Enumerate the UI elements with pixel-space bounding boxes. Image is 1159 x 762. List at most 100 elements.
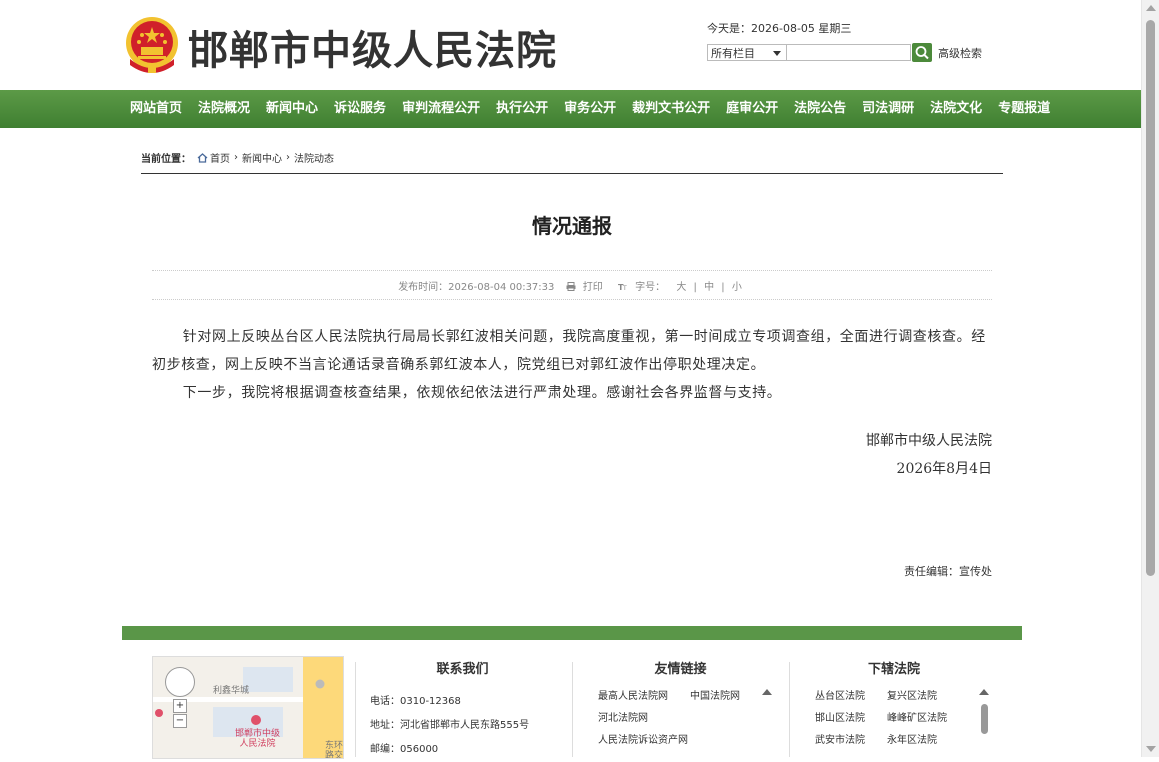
breadcrumb-home[interactable]: 首页 [210,150,230,165]
scroll-down-icon[interactable] [1146,746,1156,752]
contact-address: 地址：河北省邯郸市人民东路555号 [370,720,530,731]
nav-item-research[interactable]: 司法调研 [862,90,914,128]
printer-icon [566,282,576,291]
map-marker-icon[interactable] [251,715,261,725]
link-china-court[interactable]: 中国法院网 [690,686,740,708]
breadcrumb: 当前位置： 首页 › 新闻中心 › 法院动态 [141,150,334,165]
page-scrollbar[interactable] [1141,0,1159,757]
search-icon [915,46,929,60]
site-header: 邯郸市中级人民法院 今天是：2026-08-05 星期三 所有栏目 高级检索 [0,0,1143,90]
breadcrumb-label: 当前位置： [141,154,191,165]
signature-org: 邯郸市中级人民法院 [866,433,992,449]
meta-bottom-divider [152,299,992,300]
svg-text:T: T [622,285,627,291]
nav-item-court-overview[interactable]: 法院概况 [198,90,250,128]
print-label: 打印 [582,282,603,293]
map-place-label-line2: 人民法院 [239,739,276,749]
font-small-button[interactable]: 小 [732,282,742,293]
nav-item-litigation-service[interactable]: 诉讼服务 [334,90,386,128]
map-poi-icon [315,679,325,689]
main-nav: 网站首页 法院概况 新闻中心 诉讼服务 审判流程公开 执行公开 审务公开 裁判文… [0,90,1143,128]
link-supreme-court[interactable]: 最高人民法院网 [598,686,668,708]
friend-links-scrollbar[interactable] [762,686,772,756]
courts-list: 丛台区法院 复兴区法院 邯山区法院 峰峰矿区法院 武安市法院 永年区法院 [815,686,985,752]
map-edge-label-line2: 路交 [325,751,344,759]
article-body: 针对网上反映丛台区人民法院执行局局长郭红波相关问题，我院高度重视，第一时间成立专… [152,323,992,407]
nav-item-special-reports[interactable]: 专题报道 [998,90,1050,128]
court-hanshan[interactable]: 邯山区法院 [815,708,865,730]
scroll-up-icon[interactable] [1146,5,1156,11]
link-court-assets[interactable]: 人民法院诉讼资产网 [598,730,688,752]
article-paragraph-2: 下一步，我院将根据调查核查结果，依规依纪依法进行严肃处理。感谢社会各界监督与支持… [182,385,782,401]
court-fengfeng[interactable]: 峰峰矿区法院 [887,708,947,730]
court-wuan[interactable]: 武安市法院 [815,730,865,752]
nav-item-judgments[interactable]: 裁判文书公开 [632,90,710,128]
footer-divider-bar [122,626,1022,640]
search-scope-select[interactable]: 所有栏目 [707,44,787,61]
nav-item-home[interactable]: 网站首页 [130,90,182,128]
contact-title: 联系我们 [436,662,489,677]
map-edge-label: 东环 路交 [325,741,344,759]
font-size-control: T T 字号： 大 | 中 | 小 [617,282,742,293]
font-medium-button[interactable]: 中 [704,282,714,293]
nav-item-announcements[interactable]: 法院公告 [794,90,846,128]
meta-top-divider [152,270,992,271]
chevron-down-icon [773,51,781,56]
courts-scrollbar[interactable] [979,686,989,756]
advanced-search-link[interactable]: 高级检索 [938,45,982,61]
court-yongnian[interactable]: 永年区法院 [887,730,937,752]
article-meta: 发布时间：2026-08-04 00:37:33 打印 T T 字号： 大 | … [152,278,992,293]
map-area-label: 利鑫华城 [213,686,250,696]
map-place-label: 邯郸市中级 人民法院 [235,729,280,749]
friend-links-section: 友情链接 最高人民法院网 中国法院网 河北法院网 人民法院诉讼资产网 [572,656,789,757]
article-paragraph-1: 针对网上反映丛台区人民法院执行局局长郭红波相关问题，我院高度重视，第一时间成立专… [152,329,986,373]
map-edge-label-line1: 东环 [325,741,344,751]
font-large-button[interactable]: 大 [676,282,686,293]
print-button[interactable]: 打印 [566,282,610,293]
home-icon [197,152,208,163]
scroll-up-icon[interactable] [762,689,772,695]
site-title[interactable]: 邯郸市中级人民法院 [188,18,557,76]
map-block [243,667,293,692]
font-size-label: 字号： [635,282,666,293]
nav-item-enforcement[interactable]: 执行公开 [496,90,548,128]
map-zoom-out-button[interactable]: − [173,714,187,728]
nav-item-trial-process[interactable]: 审判流程公开 [402,90,480,128]
breadcrumb-news-center[interactable]: 新闻中心 [242,150,282,165]
national-emblem-icon[interactable] [122,15,182,75]
friend-links-list: 最高人民法院网 中国法院网 河北法院网 人民法院诉讼资产网 [598,686,768,752]
friend-links-title: 友情链接 [654,662,707,677]
map-pan-control[interactable] [165,667,195,697]
nav-item-court-affairs[interactable]: 审务公开 [564,90,616,128]
link-hebei-court[interactable]: 河北法院网 [598,708,648,730]
search-input[interactable] [787,44,911,61]
subordinate-courts-section: 下辖法院 丛台区法院 复兴区法院 邯山区法院 峰峰矿区法院 武安市法院 永年区法… [789,656,999,757]
search-button[interactable] [912,43,932,62]
location-map[interactable]: 利鑫华城 + − 邯郸市中级 人民法院 东环 路交 [152,656,344,759]
map-marker-icon[interactable] [155,709,163,717]
breadcrumb-separator: › [234,152,238,163]
scroll-thumb[interactable] [981,704,988,734]
signature-date: 2026年8月4日 [896,461,992,477]
contact-section: 联系我们 电话：0310-12368 地址：河北省邯郸市人民东路555号 邮编：… [355,656,570,757]
courts-title: 下辖法院 [867,662,920,677]
font-size-icon: T T [618,283,627,292]
contact-postcode: 邮编：056000 [370,744,439,755]
breadcrumb-divider [141,173,1003,174]
article-title: 情况通报 [532,214,612,238]
search-scope-value: 所有栏目 [711,47,755,60]
nav-item-news-center[interactable]: 新闻中心 [266,90,318,128]
map-place-label-line1: 邯郸市中级 [235,729,281,739]
nav-item-trial-hearings[interactable]: 庭审公开 [726,90,778,128]
nav-item-culture[interactable]: 法院文化 [930,90,982,128]
court-fuxing[interactable]: 复兴区法院 [887,686,937,708]
map-zoom-in-button[interactable]: + [173,699,187,713]
contact-phone: 电话：0310-12368 [370,696,461,707]
publish-time: 发布时间：2026-08-04 00:37:33 [398,282,555,293]
breadcrumb-separator: › [286,152,290,163]
responsible-editor: 责任编辑：宣传处 [904,565,992,578]
scroll-thumb[interactable] [1146,20,1155,576]
breadcrumb-court-news[interactable]: 法院动态 [294,150,334,165]
scroll-up-icon[interactable] [979,689,989,695]
court-congtai[interactable]: 丛台区法院 [815,686,865,708]
